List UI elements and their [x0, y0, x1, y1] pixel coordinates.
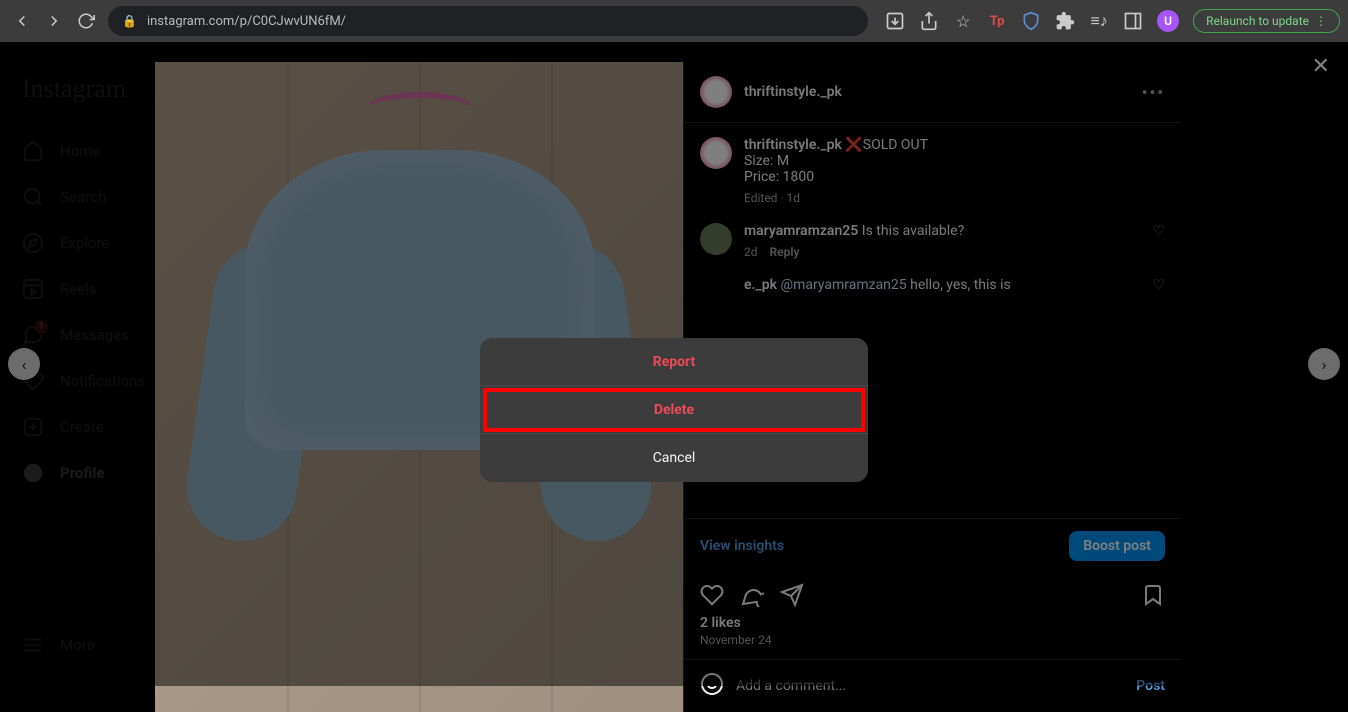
- extension-tp-icon[interactable]: Tp: [987, 11, 1007, 31]
- bookmark-star-icon[interactable]: ☆: [953, 11, 973, 31]
- kebab-icon: ⋮: [1315, 14, 1327, 28]
- reload-button[interactable]: [72, 7, 100, 35]
- address-bar[interactable]: 🔒 instagram.com/p/C0CJwvUN6fM/: [108, 6, 868, 36]
- lock-icon: 🔒: [122, 14, 137, 28]
- profile-avatar[interactable]: U: [1157, 10, 1179, 32]
- install-icon[interactable]: [885, 11, 905, 31]
- options-dialog: Report Delete Cancel: [480, 338, 868, 482]
- browser-toolbar: 🔒 instagram.com/p/C0CJwvUN6fM/ ☆ Tp ≡♪ U…: [0, 0, 1348, 42]
- media-icon[interactable]: ≡♪: [1089, 11, 1109, 31]
- share-icon[interactable]: [919, 11, 939, 31]
- extensions-icon[interactable]: [1055, 11, 1075, 31]
- report-option[interactable]: Report: [480, 338, 868, 386]
- extension-shield-icon[interactable]: [1021, 11, 1041, 31]
- sidepanel-icon[interactable]: [1123, 11, 1143, 31]
- url-text: instagram.com/p/C0CJwvUN6fM/: [147, 14, 346, 29]
- delete-option[interactable]: Delete: [480, 386, 868, 434]
- relaunch-button[interactable]: Relaunch to update ⋮: [1193, 9, 1340, 33]
- back-button[interactable]: [8, 7, 36, 35]
- cancel-option[interactable]: Cancel: [480, 434, 868, 482]
- forward-button[interactable]: [40, 7, 68, 35]
